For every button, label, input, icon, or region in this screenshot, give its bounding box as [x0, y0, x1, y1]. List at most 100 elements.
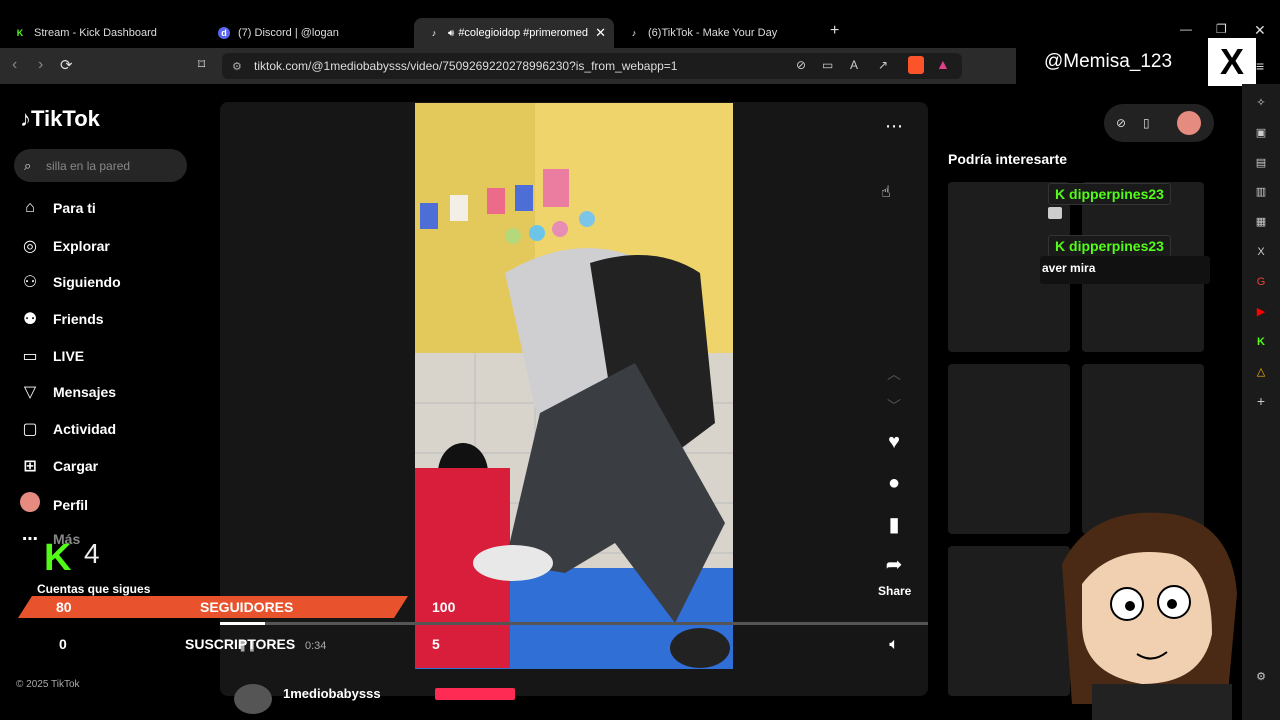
subscribers-current: 0 — [59, 636, 67, 652]
add-panel-icon[interactable]: + — [1254, 394, 1268, 408]
tab-discord[interactable]: d (7) Discord | @logan — [204, 18, 412, 48]
nav-friends[interactable]: ⚉ Friends — [20, 309, 104, 329]
nav-perfil[interactable]: Perfil — [20, 492, 88, 517]
following-icon: ⚇ — [22, 274, 38, 291]
nav-para-ti[interactable]: ⌂ Para ti — [20, 199, 96, 217]
home-icon: ⌂ — [25, 199, 35, 216]
follows-label: Cuentas que sigues — [37, 582, 151, 596]
emote-icon — [1048, 207, 1062, 219]
maximize-button[interactable]: ❐ — [1216, 22, 1227, 36]
subscribers-label: SUSCRIPTORES — [185, 636, 296, 652]
followers-label: SEGUIDORES — [200, 599, 294, 615]
speaker-icon: 🔊︎ — [448, 27, 455, 39]
x-logo-icon: X — [1208, 38, 1256, 86]
coin-icon[interactable]: ⊘ — [1116, 116, 1126, 130]
live-icon: ▭ — [22, 348, 38, 365]
video-progress-fill — [220, 622, 265, 625]
subscribers-goal: 5 — [432, 636, 440, 652]
kick-icon: K — [14, 27, 26, 39]
reload-icon[interactable]: ⟳ — [60, 56, 73, 74]
author-avatar[interactable] — [234, 684, 272, 714]
more-options-icon[interactable]: ⋯ — [880, 116, 908, 137]
bookmark-icon[interactable]: ⌑ — [198, 56, 205, 73]
tab-tiktok-video[interactable]: ♪ 🔊︎ #colegioidop #primeromedio ✕ — [414, 18, 614, 48]
share-icon[interactable]: ➦ — [880, 552, 908, 577]
x-icon[interactable]: X — [1254, 245, 1268, 259]
streamer-avatar-illustration — [1062, 512, 1237, 720]
video-player[interactable] — [415, 103, 733, 669]
settings-icon[interactable]: ⚙ — [1254, 670, 1268, 684]
footer-copyright: © 2025 TikTok — [16, 679, 80, 690]
tab-kick-dashboard[interactable]: K Stream - Kick Dashboard — [0, 18, 208, 48]
youtube-icon[interactable]: ▶ — [1254, 305, 1268, 319]
address-bar: ‹ › ⟳ ⌑ ⚙ tiktok.com/@1mediobabysss/vide… — [0, 48, 1016, 84]
video-progress-bar[interactable] — [220, 622, 928, 625]
nav-actividad[interactable]: ▢ Actividad — [20, 419, 116, 439]
device-icon[interactable]: ▯ — [1143, 116, 1150, 130]
tiktok-icon: ♪ — [631, 28, 637, 38]
bookmark-video-icon[interactable]: ▮ — [880, 512, 908, 537]
recommend-title: Podría interesarte — [948, 151, 1068, 167]
kick-icon[interactable]: K — [1254, 335, 1268, 349]
nav-siguiendo[interactable]: ⚇ Siguiendo — [20, 272, 121, 292]
follow-button[interactable] — [435, 688, 515, 700]
discord-icon: d — [218, 27, 230, 39]
minimize-button[interactable]: — — [1180, 22, 1192, 36]
cast-icon[interactable]: ▭ — [822, 58, 833, 72]
avatar — [20, 492, 40, 517]
activity-icon: ▢ — [22, 421, 38, 438]
bookmarks-icon[interactable]: ▥ — [1254, 185, 1268, 199]
comment-icon[interactable]: ● — [880, 472, 908, 495]
kick-icon: K — [1055, 186, 1066, 202]
brave-rewards-icon[interactable]: ▲ — [936, 56, 950, 72]
leo-ai-icon[interactable]: ✧ — [1254, 96, 1268, 110]
chat-message: K dipperpines23 — [1048, 235, 1171, 257]
brave-shield-icon[interactable] — [908, 56, 924, 74]
reading-list-icon[interactable]: ▦ — [1254, 215, 1268, 229]
search-input[interactable]: ⌕ silla en la pared — [14, 149, 187, 182]
wallet-icon[interactable]: ▤ — [1254, 156, 1268, 170]
forward-icon[interactable]: › — [38, 56, 43, 74]
kick-icon: K — [1055, 238, 1066, 254]
menu-icon[interactable]: ≡ — [1256, 58, 1264, 74]
more-icon: ⋯ — [22, 531, 38, 548]
next-video-icon[interactable]: ﹀ — [880, 396, 908, 416]
kick-count: 4 — [84, 538, 100, 569]
friends-icon: ⚉ — [22, 311, 38, 328]
search-icon: ⌕ — [24, 157, 32, 173]
chat-text: aver mira — [1042, 261, 1096, 275]
like-icon[interactable]: ♥ — [880, 431, 908, 454]
messages-icon: ▽ — [23, 384, 37, 401]
media-icon[interactable]: ▣ — [1254, 126, 1268, 140]
google-icon[interactable]: G — [1254, 275, 1268, 289]
new-tab-button[interactable]: + — [830, 22, 839, 40]
share-page-icon[interactable]: ↗ — [878, 58, 888, 72]
tiktok-icon: ♪ — [20, 106, 31, 131]
back-icon[interactable]: ‹ — [12, 56, 17, 74]
translate-icon[interactable]: A — [850, 58, 858, 72]
close-window-button[interactable]: ✕ — [1254, 22, 1266, 39]
share-label: Share — [878, 584, 912, 598]
tiktok-icon: ♪ — [431, 28, 437, 38]
reader-off-icon[interactable]: ⊘ — [796, 58, 806, 72]
video-frame — [415, 103, 733, 669]
nav-explorar[interactable]: ◎ Explorar — [20, 236, 110, 256]
nav-mensajes[interactable]: ▽ Mensajes — [20, 382, 116, 402]
avatar[interactable] — [1177, 111, 1201, 135]
tiktok-logo[interactable]: ♪TikTok — [20, 106, 100, 132]
drive-icon[interactable]: △ — [1254, 365, 1268, 379]
followers-current: 80 — [56, 599, 72, 615]
kick-logo-icon: K — [44, 537, 72, 579]
compass-icon: ◎ — [23, 238, 37, 255]
cursor-icon: ☝ — [881, 184, 891, 201]
nav-live[interactable]: ▭ LIVE — [20, 346, 84, 366]
prev-video-icon[interactable]: ︿ — [880, 364, 908, 384]
nav-cargar[interactable]: ⊞ Cargar — [20, 456, 98, 476]
chat-message: K dipperpines23 — [1048, 183, 1171, 205]
volume-icon[interactable]: 🔈︎ — [880, 636, 908, 654]
author-name[interactable]: 1mediobabysss — [283, 686, 381, 701]
tab-tiktok-home[interactable]: ♪ (6)TikTok - Make Your Day — [614, 18, 822, 48]
followers-goal: 100 — [432, 599, 456, 615]
site-info-icon[interactable]: ⚙ — [232, 60, 242, 73]
close-tab-icon[interactable]: ✕ — [595, 25, 606, 41]
